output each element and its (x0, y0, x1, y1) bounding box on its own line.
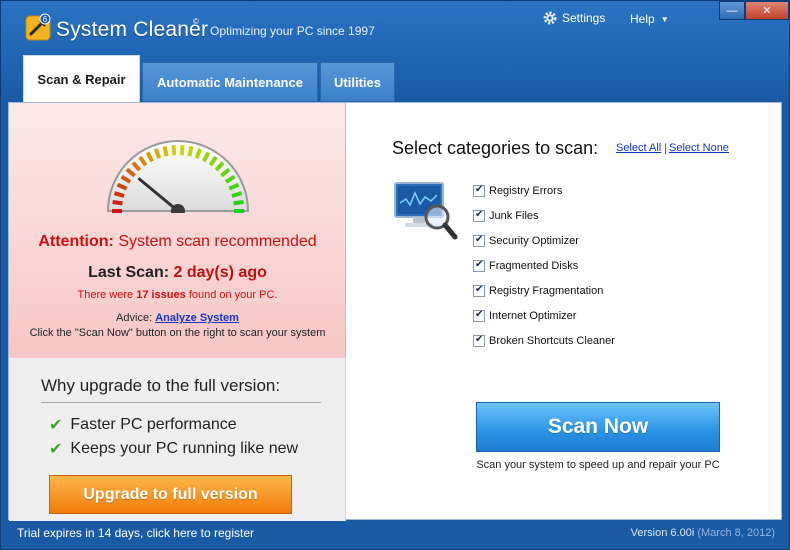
category-broken-shortcuts-cleaner[interactable]: Broken Shortcuts Cleaner (473, 334, 615, 347)
gear-icon (543, 11, 557, 25)
settings-menu[interactable]: Settings (542, 10, 605, 26)
app-window: 6 System Cleaner © Optimizing your PC si… (0, 0, 790, 550)
gauge-tick (179, 145, 185, 156)
checkmark-icon: ✔ (49, 441, 63, 458)
scan-now-button[interactable]: Scan Now (476, 402, 720, 452)
issues-prefix: There were (77, 289, 134, 301)
select-all-link[interactable]: Select All (616, 142, 661, 154)
checkbox[interactable] (473, 309, 485, 322)
version-date: (March 8, 2012) (697, 527, 775, 539)
version-number: Version 6.00i (630, 527, 695, 539)
tab-automatic-maintenance[interactable]: Automatic Maintenance (142, 62, 318, 102)
benefit-label: Keeps your PC running like new (70, 440, 299, 457)
advice-text: Click the "Scan Now" button on the right… (29, 327, 326, 339)
settings-label: Settings (562, 11, 606, 25)
help-label: Help (630, 12, 655, 26)
gauge-tick (187, 145, 194, 157)
category-fragmented-disks[interactable]: Fragmented Disks (473, 259, 579, 272)
benefit-label: Faster PC performance (70, 416, 237, 433)
help-menu[interactable]: Help ▼ (630, 12, 669, 26)
gauge-tick (171, 145, 177, 156)
upgrade-button[interactable]: Upgrade to full version (49, 475, 292, 514)
tab-scan-repair[interactable]: Scan & Repair (23, 55, 140, 103)
last-scan-value: 2 day(s) ago (173, 264, 267, 281)
gauge-icon (106, 140, 250, 213)
category-security-optimizer[interactable]: Security Optimizer (473, 234, 579, 247)
attention-label: Attention: (38, 233, 114, 250)
main-content: Attention: System scan recommended Last … (8, 102, 782, 521)
upgrade-panel: Why upgrade to the full version: ✔ Faste… (9, 358, 346, 521)
benefit-item: ✔ Faster PC performance (49, 415, 237, 435)
category-label: Security Optimizer (489, 235, 579, 247)
attention-message: Attention: System scan recommended (9, 233, 346, 251)
app-tagline: Optimizing your PC since 1997 (210, 24, 375, 38)
checkbox[interactable] (473, 234, 485, 247)
scan-categories-title: Select categories to scan: (392, 138, 599, 158)
minimize-button[interactable]: — (719, 1, 745, 20)
chevron-down-icon: ▼ (660, 14, 669, 24)
advice-label: Advice: (116, 312, 153, 324)
registered-mark: © (193, 17, 199, 26)
category-junk-files[interactable]: Junk Files (473, 209, 539, 222)
trial-register-link[interactable]: Trial expires in 14 days, click here to … (17, 526, 254, 540)
advice-line: Advice: Analyze System (9, 312, 346, 324)
category-registry-errors[interactable]: Registry Errors (473, 184, 563, 197)
app-title: System Cleaner (56, 18, 209, 41)
category-label: Junk Files (489, 210, 539, 222)
issues-suffix: found on your PC. (188, 289, 278, 301)
monitor-magnifier-icon (394, 182, 458, 240)
checkmark-icon: ✔ (49, 417, 63, 434)
category-internet-optimizer[interactable]: Internet Optimizer (473, 309, 577, 322)
link-separator: | (664, 141, 668, 155)
last-scan: Last Scan: 2 day(s) ago (9, 264, 346, 282)
last-scan-label: Last Scan: (88, 264, 170, 281)
category-label: Broken Shortcuts Cleaner (489, 335, 615, 347)
category-label: Internet Optimizer (489, 310, 577, 322)
gauge-tick (113, 191, 125, 198)
analyze-system-link[interactable]: Analyze System (155, 312, 239, 324)
gauge-tick (233, 200, 244, 206)
gauge-tick (231, 191, 243, 198)
category-registry-fragmentation[interactable]: Registry Fragmentation (473, 284, 604, 297)
attention-text: System scan recommended (118, 233, 317, 250)
checkbox[interactable] (473, 334, 485, 347)
category-label: Fragmented Disks (489, 260, 579, 272)
tab-utilities[interactable]: Utilities (320, 62, 395, 102)
checkbox[interactable] (473, 259, 485, 272)
select-none-link[interactable]: Select None (669, 142, 729, 154)
issues-count: 17 issues (136, 289, 186, 301)
close-button[interactable]: ✕ (745, 1, 789, 20)
checkbox[interactable] (473, 209, 485, 222)
category-label: Registry Errors (489, 185, 563, 197)
category-label: Registry Fragmentation (489, 285, 604, 297)
checkbox[interactable] (473, 184, 485, 197)
window-controls: — ✕ (719, 1, 789, 20)
gauge-tick (112, 200, 123, 206)
app-logo-icon: 6 (25, 13, 51, 41)
gauge-tick (162, 145, 169, 157)
divider (41, 402, 321, 403)
version-info: Version 6.00i (March 8, 2012) (631, 527, 775, 539)
svg-text:6: 6 (43, 15, 48, 24)
status-panel: Attention: System scan recommended Last … (9, 103, 346, 358)
upgrade-heading: Why upgrade to the full version: (41, 376, 281, 395)
scan-hint: Scan your system to speed up and repair … (476, 459, 720, 471)
checkbox[interactable] (473, 284, 485, 297)
issues-summary: There were 17 issues found on your PC. (9, 289, 346, 301)
benefit-item: ✔ Keeps your PC running like new (49, 439, 298, 459)
